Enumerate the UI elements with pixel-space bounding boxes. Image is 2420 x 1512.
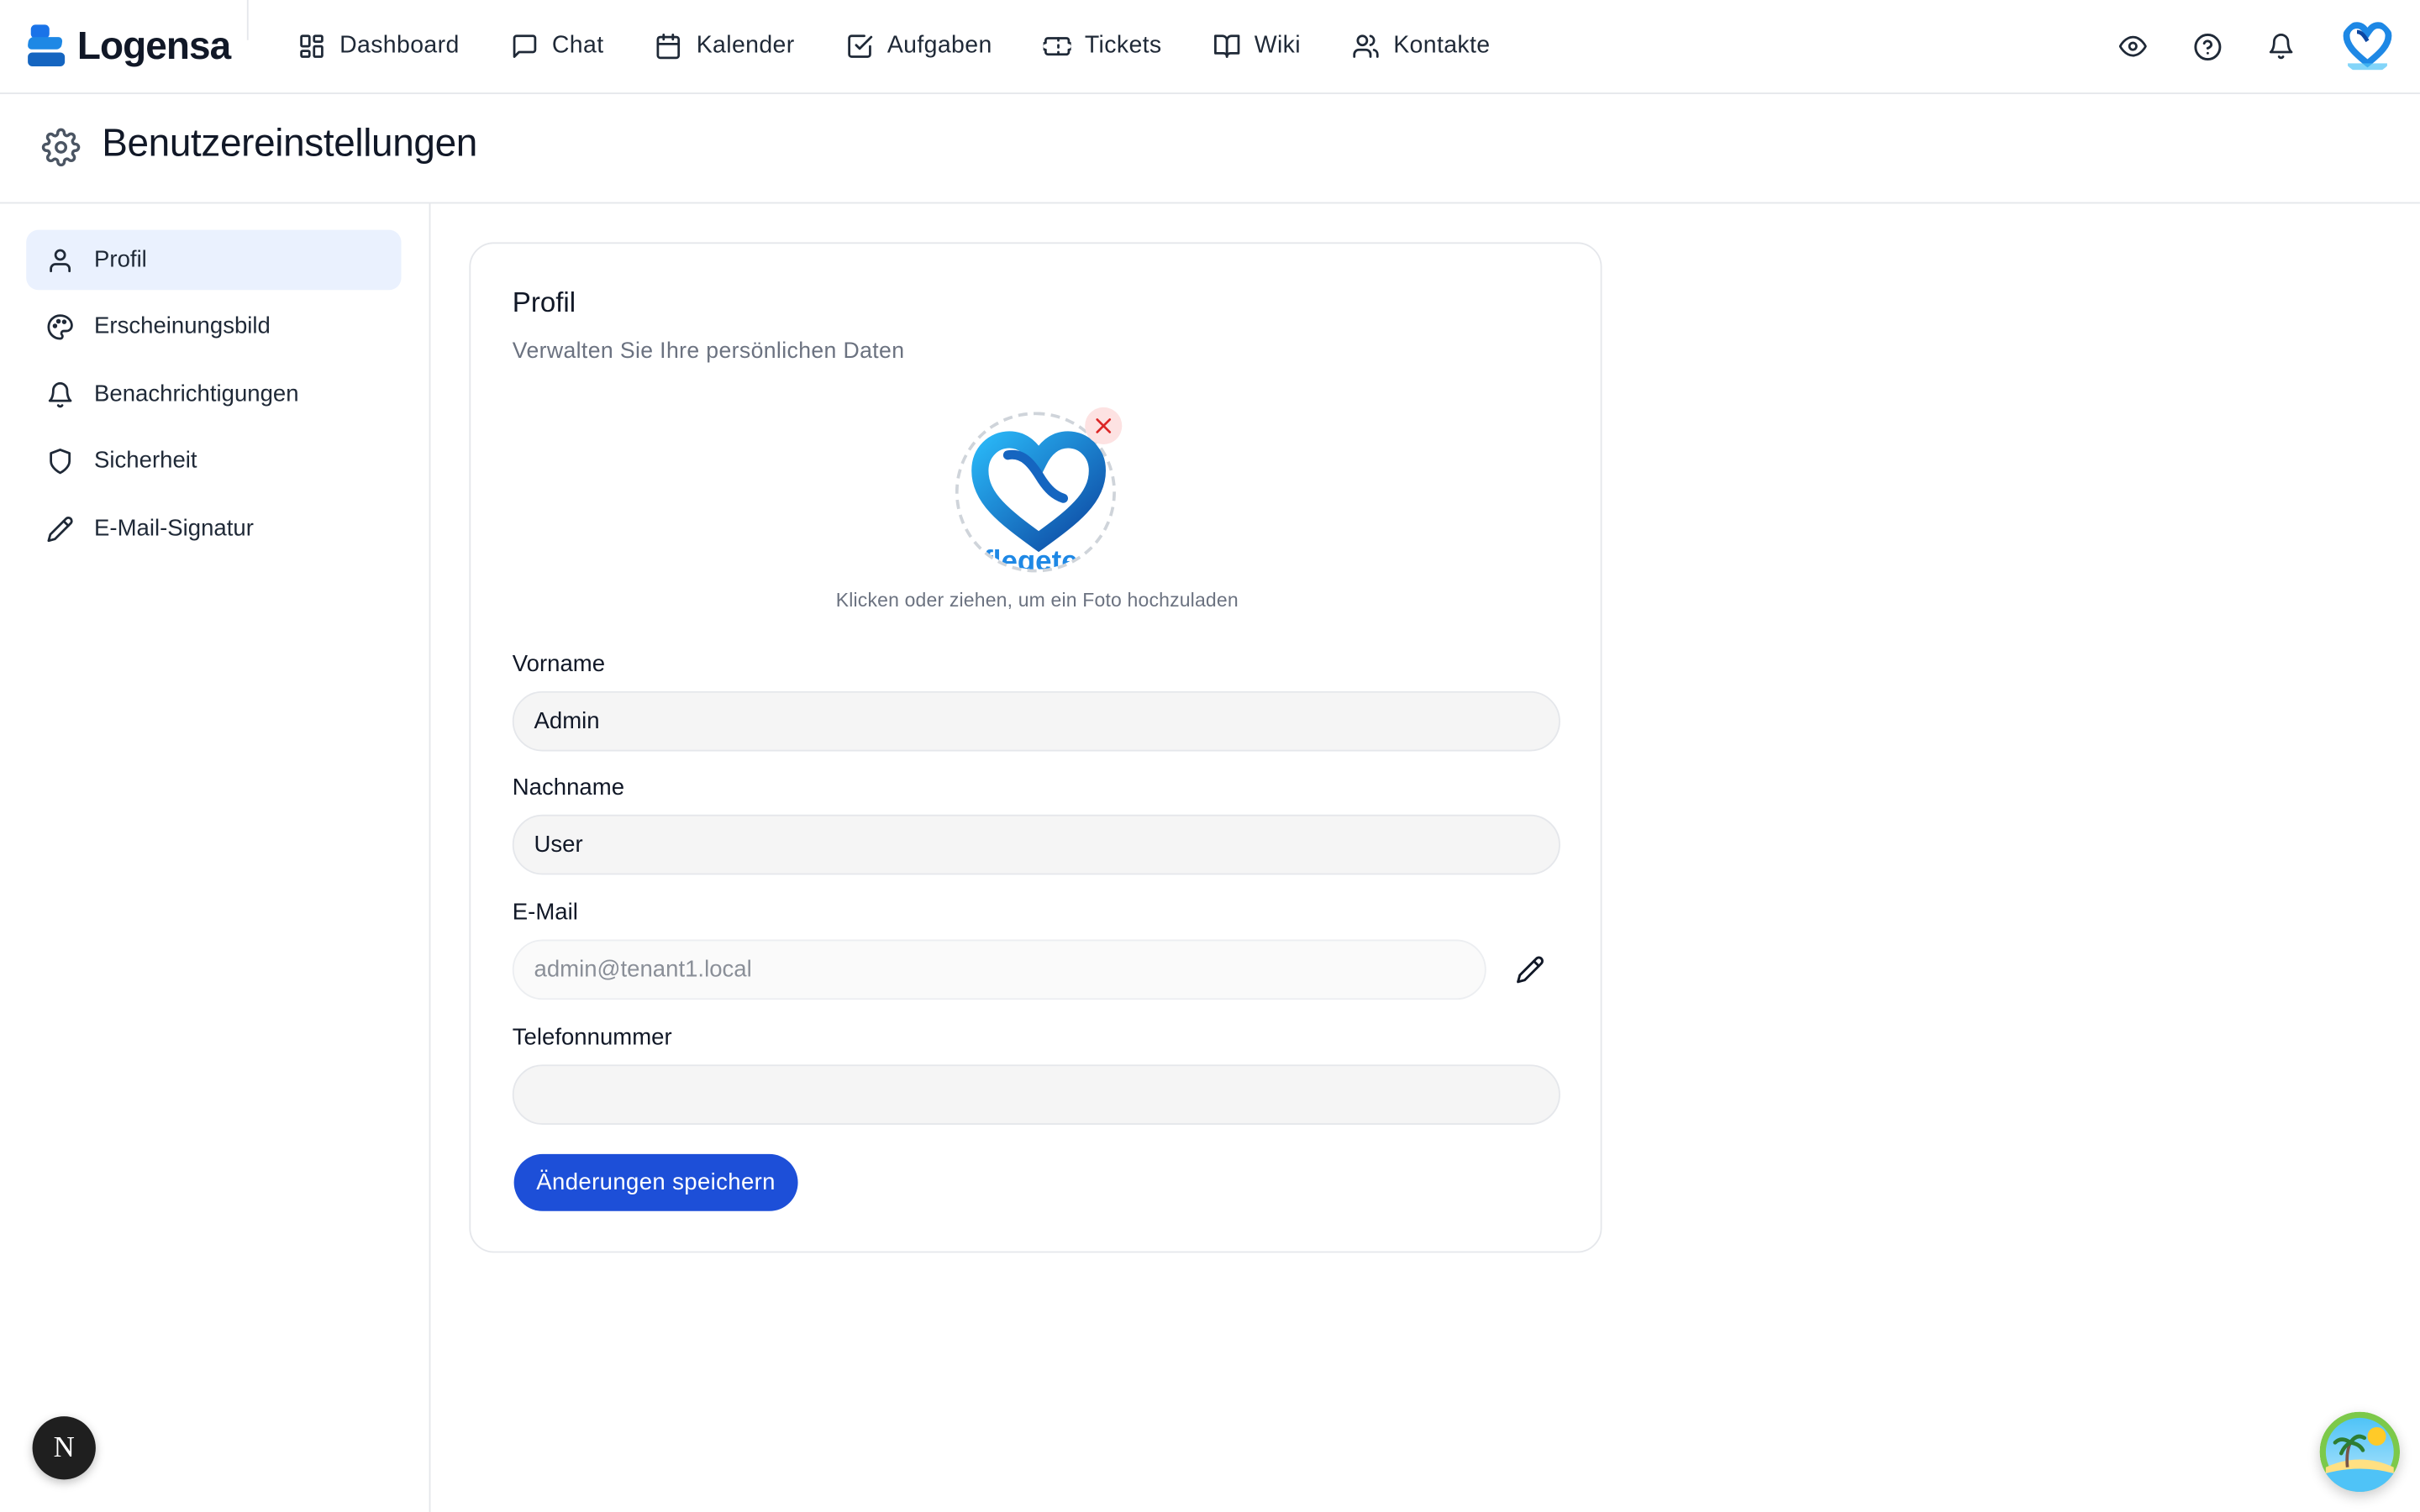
dev-badge-label: N [53, 1431, 75, 1464]
pencil-icon [1516, 955, 1543, 983]
assistant-fab[interactable] [2319, 1411, 2401, 1493]
nav-item-tickets[interactable]: Tickets [1043, 33, 1161, 60]
email-label: E-Mail [512, 899, 578, 927]
chat-icon [513, 34, 536, 58]
svg-text:flegetea: flegetea [983, 545, 1094, 573]
remove-photo-button[interactable] [1085, 407, 1123, 444]
nav-label: Kontakte [1393, 32, 1491, 59]
phone-label: Telefonnummer [512, 1024, 672, 1051]
phone-field[interactable] [512, 1064, 1560, 1125]
user-icon [50, 248, 71, 272]
sidebar-item-label: Sicherheit [94, 447, 197, 474]
card-title: Profil [512, 286, 576, 318]
top-navbar: Logensa Dashboard Chat Kalender Aufgaben [0, 0, 2420, 95]
nav-label: Tickets [1084, 32, 1162, 59]
sidebar-item-profil[interactable]: Profil [26, 229, 402, 291]
pen-icon [47, 516, 73, 542]
nav-label: Aufgaben [886, 32, 992, 59]
brand-name: Logensa [76, 24, 231, 67]
logensa-logo-icon [28, 24, 66, 66]
sidebar-item-label: Erscheinungsbild [94, 312, 271, 340]
upload-hint: Klicken oder ziehen, um ein Foto hochzul… [835, 589, 1239, 612]
nav-item-aufgaben[interactable]: Aufgaben [845, 33, 992, 60]
nav-item-kontakte[interactable]: Kontakte [1352, 33, 1491, 60]
brand-logo[interactable]: Logensa [28, 22, 231, 71]
preview-button[interactable] [2118, 31, 2149, 62]
dev-tools-badge[interactable]: N [32, 1416, 96, 1480]
profile-card: Profil Verwalten Sie Ihre persönlichen D… [469, 242, 1602, 1253]
help-icon [2193, 33, 2221, 60]
nav-label: Kalender [696, 32, 795, 59]
sidebar-item-benachrichtigungen[interactable]: Benachrichtigungen [26, 364, 401, 424]
sidebar-item-email-signatur[interactable]: E-Mail-Signatur [26, 498, 401, 559]
nav-item-dashboard[interactable]: Dashboard [297, 33, 459, 60]
gear-icon [41, 128, 81, 167]
shield-icon [50, 448, 71, 474]
notifications-button[interactable] [2265, 31, 2296, 62]
bell-icon [2269, 34, 2293, 60]
page-header: Benutzereinstellungen [0, 94, 2420, 204]
first-name-label: Vorname [512, 651, 606, 678]
nav-item-chat[interactable]: Chat [510, 33, 603, 60]
nav-label: Dashboard [339, 32, 460, 59]
last-name-label: Nachname [512, 774, 625, 801]
user-avatar[interactable] [2339, 18, 2395, 74]
task-icon [847, 34, 872, 58]
sidebar-item-label: Profil [94, 246, 147, 274]
first-name-field[interactable] [512, 690, 1560, 752]
sidebar-item-erscheinungsbild[interactable]: Erscheinungsbild [26, 297, 401, 357]
settings-sidebar: Profil Erscheinungsbild Benachrichtigung… [0, 203, 431, 1512]
eye-icon [2118, 35, 2147, 57]
island-icon [2319, 1411, 2401, 1493]
save-changes-button[interactable]: Änderungen speichern [513, 1153, 798, 1211]
sidebar-item-sicherheit[interactable]: Sicherheit [26, 430, 401, 491]
top-actions [2118, 15, 2420, 76]
bell-icon [48, 381, 72, 407]
close-icon [1096, 418, 1112, 433]
email-field[interactable] [512, 939, 1486, 1000]
card-subtitle: Verwalten Sie Ihre persönlichen Daten [512, 339, 905, 365]
contacts-icon [1352, 34, 1379, 58]
nav-item-kalender[interactable]: Kalender [655, 33, 795, 60]
heart-logo-icon [2343, 22, 2392, 71]
main-nav: Dashboard Chat Kalender Aufgaben Tickets… [297, 24, 1541, 67]
sidebar-item-label: Benachrichtigungen [94, 381, 299, 407]
nav-label: Chat [551, 32, 604, 59]
book-icon [1213, 34, 1239, 58]
nav-item-wiki[interactable]: Wiki [1213, 33, 1301, 60]
palette-icon [47, 313, 73, 339]
calendar-icon [656, 33, 681, 60]
nav-label: Wiki [1254, 32, 1301, 59]
page-title: Benutzereinstellungen [102, 122, 477, 165]
ticket-icon [1043, 37, 1071, 56]
sidebar-item-label: E-Mail-Signatur [94, 515, 254, 542]
brand-divider [246, 0, 249, 40]
last-name-field[interactable] [512, 814, 1560, 875]
dashboard-icon [300, 34, 324, 58]
edit-email-button[interactable] [1512, 952, 1546, 985]
help-button[interactable] [2191, 31, 2223, 62]
